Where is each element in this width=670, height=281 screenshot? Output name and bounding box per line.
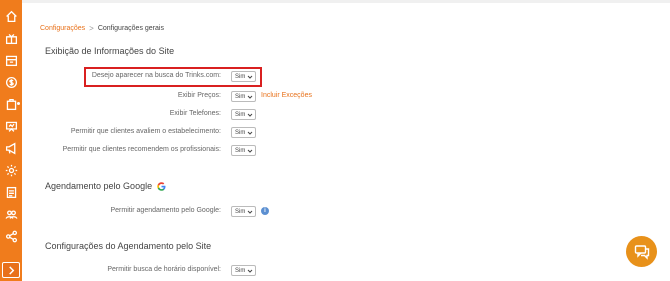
store-icon[interactable] xyxy=(3,52,19,68)
breadcrumb-separator: > xyxy=(89,24,94,33)
setting-row-recomendar: Permitir que clientes recomendem os prof… xyxy=(0,145,400,157)
chevron-down-icon xyxy=(247,269,253,273)
setting-row-exibir-telefones: Exibir Telefones: Sim xyxy=(0,109,400,121)
checklist-icon[interactable] xyxy=(3,184,19,200)
chat-icon xyxy=(634,244,649,260)
setting-label: Permitir que clientes avaliem o estabele… xyxy=(70,128,221,135)
section-title-agendamento: Configurações do Agendamento pelo Site xyxy=(45,241,212,251)
chevron-down-icon xyxy=(247,113,253,117)
busca-horario-select[interactable]: Sim xyxy=(231,265,256,276)
top-strip xyxy=(22,0,670,3)
setting-label: Permitir que clientes recomendem os prof… xyxy=(62,146,221,153)
exibir-telefones-select[interactable]: Sim xyxy=(231,109,256,120)
incluir-excecoes-link[interactable]: Incluir Exceções xyxy=(261,92,312,99)
setting-row-busca-horario: Permitir busca de horário disponível: Si… xyxy=(0,265,400,277)
avaliar-select[interactable]: Sim xyxy=(231,127,256,138)
chat-button[interactable] xyxy=(626,236,657,267)
setting-row-avaliar: Permitir que clientes avaliem o estabele… xyxy=(0,127,400,139)
breadcrumb-current: Configurações gerais xyxy=(97,25,164,32)
share-icon[interactable] xyxy=(3,228,19,244)
home-icon[interactable] xyxy=(3,8,19,24)
section-title-site: Exibição de Informações do Site xyxy=(45,46,175,56)
setting-label: Permitir agendamento pelo Google: xyxy=(110,207,221,214)
breadcrumb: Configurações > Configurações gerais xyxy=(40,24,164,33)
setting-label: Exibir Telefones: xyxy=(169,110,221,117)
chevron-down-icon xyxy=(247,131,253,135)
chevron-down-icon xyxy=(247,95,253,99)
google-icon xyxy=(157,181,166,191)
setting-label: Exibir Preços: xyxy=(177,92,221,99)
chevron-down-icon xyxy=(247,210,253,214)
breadcrumb-root-link[interactable]: Configurações xyxy=(40,25,85,32)
agendamento-google-select[interactable]: Sim xyxy=(231,206,256,217)
recomendar-select[interactable]: Sim xyxy=(231,145,256,156)
highlight-box xyxy=(84,67,262,87)
gift-icon[interactable] xyxy=(3,30,19,46)
info-icon[interactable]: i xyxy=(261,207,269,215)
sidebar xyxy=(0,0,22,281)
gear-icon[interactable] xyxy=(3,162,19,178)
section-title-google: Agendamento pelo Google xyxy=(45,181,166,191)
setting-label: Permitir busca de horário disponível: xyxy=(107,266,221,273)
setting-row-exibir-precos: Exibir Preços: Sim Incluir Exceções xyxy=(0,91,400,103)
setting-row-agendamento-google: Permitir agendamento pelo Google: Sim i xyxy=(0,206,400,218)
chevron-down-icon xyxy=(247,149,253,153)
exibir-precos-select[interactable]: Sim xyxy=(231,91,256,102)
